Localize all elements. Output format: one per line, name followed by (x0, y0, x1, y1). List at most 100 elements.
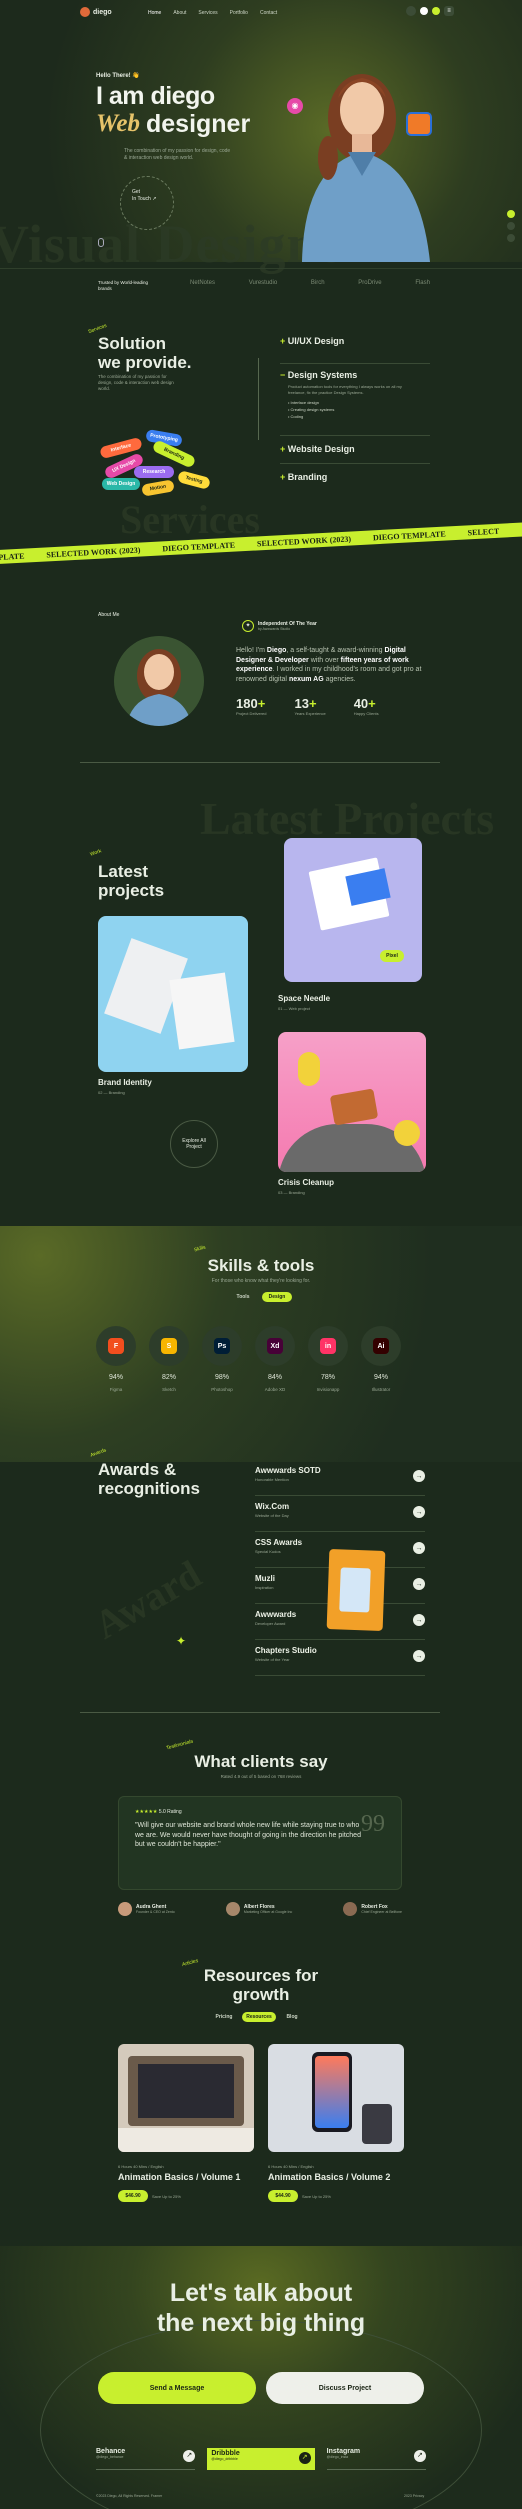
nav-link-home[interactable]: Home (148, 10, 161, 16)
project-image (394, 1120, 420, 1146)
tool-name: Sketch (162, 1387, 176, 1392)
menu-icon[interactable]: ≡ (444, 6, 454, 16)
award-image-content (339, 1567, 371, 1613)
social-instagram[interactable]: Instagram @diego_insta ↗ (326, 2448, 426, 2470)
resources-title-line1: Resources for (203, 1966, 319, 1985)
tool-circle: F (96, 1326, 136, 1366)
social-sub: @diego_behance (96, 2455, 124, 2459)
explore-all-button[interactable]: Explore All Project (170, 1120, 218, 1168)
stat-plus: + (368, 696, 376, 711)
service-item[interactable]: + UI/UX Design (280, 336, 430, 364)
service-name: Website Design (287, 444, 355, 454)
side-dot-icon-2[interactable] (507, 222, 515, 230)
service-item[interactable]: + Website Design (280, 436, 430, 464)
avatar (118, 1902, 132, 1916)
person[interactable]: Albert Flores Marketing Officer at Google… (225, 1898, 292, 1920)
resource-price-button[interactable]: $46.90 (118, 2190, 148, 2202)
nav-link-about[interactable]: About (173, 10, 186, 16)
project-card-brand-identity[interactable] (98, 916, 248, 1072)
theme-toggle-icon[interactable] (406, 6, 416, 16)
about-text: , a self-taught & award-winning (286, 647, 383, 654)
arrow-icon: → (413, 1542, 425, 1554)
stat-plus: + (257, 696, 266, 711)
arrow-icon: → (413, 1650, 425, 1662)
badge-sub: by Awwwards Studio (258, 627, 291, 631)
resource-discount: Save Up to 25% (152, 2194, 181, 2199)
social-dribbble[interactable]: Dribbble @diego_dribbble ↗ (207, 2448, 315, 2470)
tool-item: Ps 98% Photoshop (202, 1326, 242, 1392)
sun-icon[interactable] (432, 7, 440, 15)
top-nav: diego Home About Services Portfolio Cont… (8, 6, 514, 20)
skills-sub: For those who know what they're looking … (211, 1278, 311, 1284)
person-role: Founder & CEO at Zento (136, 1910, 175, 1914)
service-item-expanded[interactable]: − Design Systems Product automation tool… (280, 364, 430, 436)
award-badge: ✦ Independent Of The Year by Awwwards St… (242, 620, 317, 632)
tab-design[interactable]: Design (262, 1292, 292, 1302)
about-portrait (114, 636, 204, 726)
discuss-project-button[interactable]: Discuss Project (266, 2372, 424, 2404)
arrow-icon: ↗ (183, 2450, 196, 2462)
cta-small-line2: In Touch ↗ (132, 196, 157, 202)
resource-title[interactable]: Animation Basics / Volume 1 (118, 2172, 240, 2182)
award-row[interactable]: Wix.Com Website of the Day → (255, 1502, 425, 1532)
marquee-item: DIEGO TEMPLATE (372, 529, 446, 542)
hero-title-accent: Web (96, 110, 140, 137)
nav-link-portfolio[interactable]: Portfolio (230, 10, 248, 16)
about-text: with over (310, 656, 339, 664)
testimonial-quote: "Will give our website and brand whole n… (135, 1822, 361, 1848)
project-name[interactable]: Space Needle (278, 994, 330, 1003)
project-name[interactable]: Crisis Cleanup (278, 1178, 334, 1187)
send-message-button[interactable]: Send a Message (98, 2372, 256, 2404)
project-name[interactable]: Brand Identity (98, 1078, 152, 1087)
testimonial-people: Audra Ghent Founder & CEO at Zento Albert… (118, 1898, 402, 1920)
about-stats: 180+ Project Delivered 13+ Years Experienc… (236, 696, 379, 716)
get-in-touch-circle[interactable]: Get In Touch ↗ (120, 176, 174, 230)
arrow-icon: → (413, 1470, 425, 1482)
tool-name: Photoshop (211, 1387, 233, 1392)
nav-link-contact[interactable]: Contact (260, 10, 277, 16)
tool-percent: 94% (373, 1374, 388, 1381)
plus-icon: + (280, 472, 288, 482)
awards-title: Awards & recognitions (98, 1460, 200, 1498)
desk-image (118, 2128, 254, 2152)
tool-percent: 84% (267, 1374, 282, 1381)
tool-percent: 82% (161, 1374, 176, 1381)
project-image (169, 972, 235, 1050)
tab-pricing[interactable]: Pricing (212, 2012, 236, 2022)
resource-card-image[interactable] (268, 2044, 404, 2152)
brand-logo: ProDrive (358, 280, 382, 286)
nav-link-services[interactable]: Services (198, 10, 217, 16)
award-row[interactable]: Chapters Studio Website of the Year → (255, 1646, 425, 1676)
resource-discount: Save Up to 25% (302, 2194, 331, 2199)
tab-resources[interactable]: Resources (242, 2012, 276, 2022)
resource-card-image[interactable] (118, 2044, 254, 2152)
services-ghost-text: Services (120, 497, 260, 542)
resource-price-button[interactable]: $44.90 (268, 2190, 298, 2202)
service-item[interactable]: + Branding (280, 464, 430, 492)
person[interactable]: Audra Ghent Founder & CEO at Zento (118, 1898, 175, 1920)
divider (80, 762, 440, 763)
logo[interactable]: diego (80, 7, 112, 17)
tab-blog[interactable]: Blog (282, 2012, 302, 2022)
social-behance[interactable]: Behance @diego_behance ↗ (96, 2448, 196, 2470)
side-dot-icon-3[interactable] (507, 234, 515, 242)
resource-title[interactable]: Animation Basics / Volume 2 (268, 2172, 390, 2182)
award-row[interactable]: Awwwards SOTD Honorable Mention → (255, 1466, 425, 1496)
about-agency: nexum AG (288, 675, 324, 683)
side-dot-icon[interactable] (507, 210, 515, 218)
cta-title-line1: Let's talk about (169, 2279, 353, 2307)
solution-description: The combination of my passion for design… (98, 374, 174, 391)
tool-percent: 78% (320, 1374, 335, 1381)
tool-item: in 78% Invisionapp (308, 1326, 348, 1392)
award-name: Wix.Com (255, 1502, 290, 1511)
brand-logo: NetNotes (190, 280, 216, 286)
tab-tools[interactable]: Tools (230, 1292, 256, 1302)
bullet-text: Creating design systems (290, 407, 335, 412)
person[interactable]: Robert Fox Chief Engineer at Bellfone (343, 1898, 402, 1920)
social-sub: @diego_dribbble (211, 2457, 238, 2461)
arrow-icon: → (413, 1506, 425, 1518)
project-card-space-needle[interactable]: Pixel (284, 838, 422, 982)
license-link[interactable]: 2023 Privacy (404, 2494, 424, 2498)
project-card-crisis-cleanup[interactable] (278, 1032, 426, 1172)
moon-icon[interactable] (420, 7, 428, 15)
